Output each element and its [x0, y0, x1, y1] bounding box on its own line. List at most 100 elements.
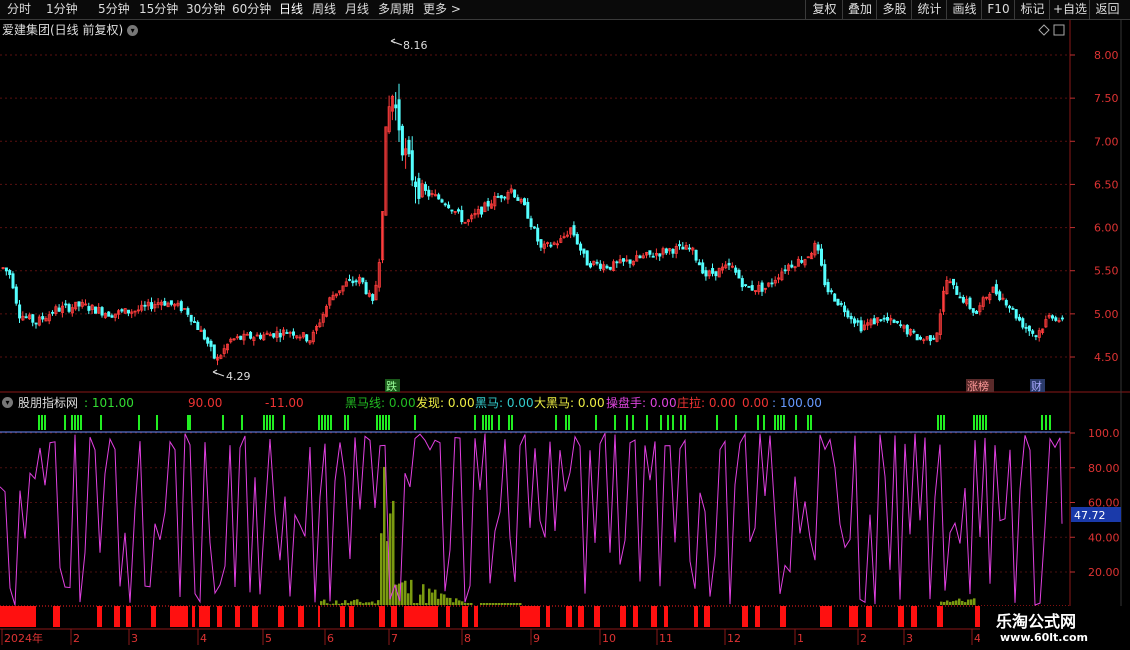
legend-caopanshou: 操盘手: 0.00 — [606, 396, 677, 410]
legend-daheima: 大黑马: 0.00 — [534, 396, 605, 410]
time-axis-label: 6 — [327, 632, 334, 645]
green-signal-bar — [783, 415, 785, 430]
red-signal-bar — [318, 606, 320, 627]
candle-body — [423, 184, 427, 191]
legend-zhuangla: 庄拉: 0.00 — [677, 396, 736, 410]
volume-bar — [443, 594, 446, 605]
red-signal-bar — [126, 606, 131, 627]
volume-bar — [326, 603, 329, 605]
price-axis: 8.00 7.50 7.00 6.50 6.00 5.50 5.00 4.50 — [1070, 49, 1119, 364]
candle-body — [150, 302, 154, 310]
candle-body — [681, 246, 685, 250]
candle-body — [499, 195, 503, 199]
candle-body — [836, 298, 840, 306]
event-marker-die[interactable]: 跌 — [386, 379, 397, 393]
green-signal-bar — [485, 415, 487, 430]
event-marker-cai[interactable]: 财 — [1031, 379, 1042, 393]
legend-value-2: 90.00 — [188, 396, 223, 410]
volume-bar — [507, 603, 510, 605]
volume-bar — [952, 601, 955, 605]
candle-body — [179, 301, 183, 312]
green-signal-bar — [347, 415, 349, 430]
volume-bar — [513, 603, 516, 605]
green-signal-bar — [777, 415, 779, 430]
candle-body — [397, 99, 401, 131]
green-signal-bar — [614, 415, 616, 430]
red-signal-bar — [199, 606, 210, 627]
event-marker-zhangbang[interactable]: 涨榜 — [967, 379, 989, 393]
candle-body — [549, 244, 553, 247]
indicator-axis-label: 80.00 — [1088, 462, 1120, 475]
candle-body — [608, 266, 612, 270]
candle-body — [31, 314, 35, 323]
volume-bar — [489, 603, 492, 605]
candle-body — [513, 189, 517, 198]
candle-body — [846, 310, 850, 318]
candle-body — [905, 324, 909, 335]
volume-bar — [964, 602, 967, 605]
volume-bar — [407, 593, 410, 605]
green-signal-bar — [1041, 415, 1043, 430]
candle-body — [872, 318, 876, 325]
candle-body — [87, 306, 91, 311]
green-signal-bar — [716, 415, 718, 430]
indicator-axis-label: 20.00 — [1088, 566, 1120, 579]
red-signal-bar — [755, 606, 760, 627]
candle-body — [823, 264, 827, 286]
candle-body — [278, 332, 282, 338]
time-axis-label: 12 — [727, 632, 741, 645]
chevron-down-icon[interactable]: ▾ — [2, 397, 13, 408]
box-icon[interactable] — [1053, 24, 1065, 36]
indicator-name: 股朋指标网 — [18, 396, 79, 410]
legend-value-3: -11.00 — [265, 396, 304, 410]
volume-bar — [380, 533, 383, 605]
candle-body — [671, 249, 675, 254]
red-signal-bar — [217, 606, 222, 627]
low-arrow-icon — [212, 369, 225, 377]
volume-bar — [371, 601, 374, 605]
candle-body — [351, 280, 355, 284]
legend-faxian: 发现: 0.00 — [416, 396, 475, 410]
candle-body — [486, 200, 490, 207]
legend-heimaxian: 黑马线: 0.00 — [345, 396, 416, 410]
candle-body — [364, 282, 368, 295]
green-signal-bar — [388, 415, 390, 430]
green-signal-bar — [555, 415, 557, 430]
candle-body — [919, 336, 923, 340]
candle-body — [816, 244, 820, 251]
volume-bar — [347, 602, 350, 605]
candle-body — [51, 311, 55, 314]
volume-bar — [383, 466, 386, 605]
candle-body — [615, 261, 619, 264]
candle-body — [952, 278, 956, 286]
green-signal-bar — [672, 415, 674, 430]
green-signal-bar — [774, 415, 776, 430]
volume-bar — [416, 603, 419, 605]
green-signal-bar — [795, 415, 797, 430]
candle-body — [697, 262, 701, 266]
indicator-axis: 100.080.0060.0040.0020.00 — [1070, 427, 1120, 579]
green-signal-bar — [321, 415, 323, 430]
candle-body — [572, 225, 576, 236]
volume-bar — [341, 603, 344, 605]
legend-heima: 黑马: 0.00 — [475, 396, 534, 410]
candle-body — [820, 248, 824, 266]
candle-body — [843, 305, 847, 313]
red-signal-bar — [594, 606, 600, 627]
candle-body — [460, 210, 464, 223]
diamond-icon[interactable] — [1038, 24, 1050, 36]
time-axis-label: 9 — [533, 632, 540, 645]
candle-body — [648, 250, 652, 255]
candle-body — [892, 319, 896, 323]
green-signal-bar — [937, 415, 939, 430]
green-signal-bar — [474, 415, 476, 430]
candle-body — [899, 324, 903, 327]
candle-body — [34, 322, 38, 325]
candle-body — [998, 291, 1002, 301]
candle-body — [523, 198, 527, 206]
candle-body — [737, 269, 741, 279]
candle-body — [192, 321, 196, 323]
green-signal-bar — [985, 415, 987, 430]
candle-body — [536, 227, 540, 242]
candle-body — [750, 285, 754, 291]
